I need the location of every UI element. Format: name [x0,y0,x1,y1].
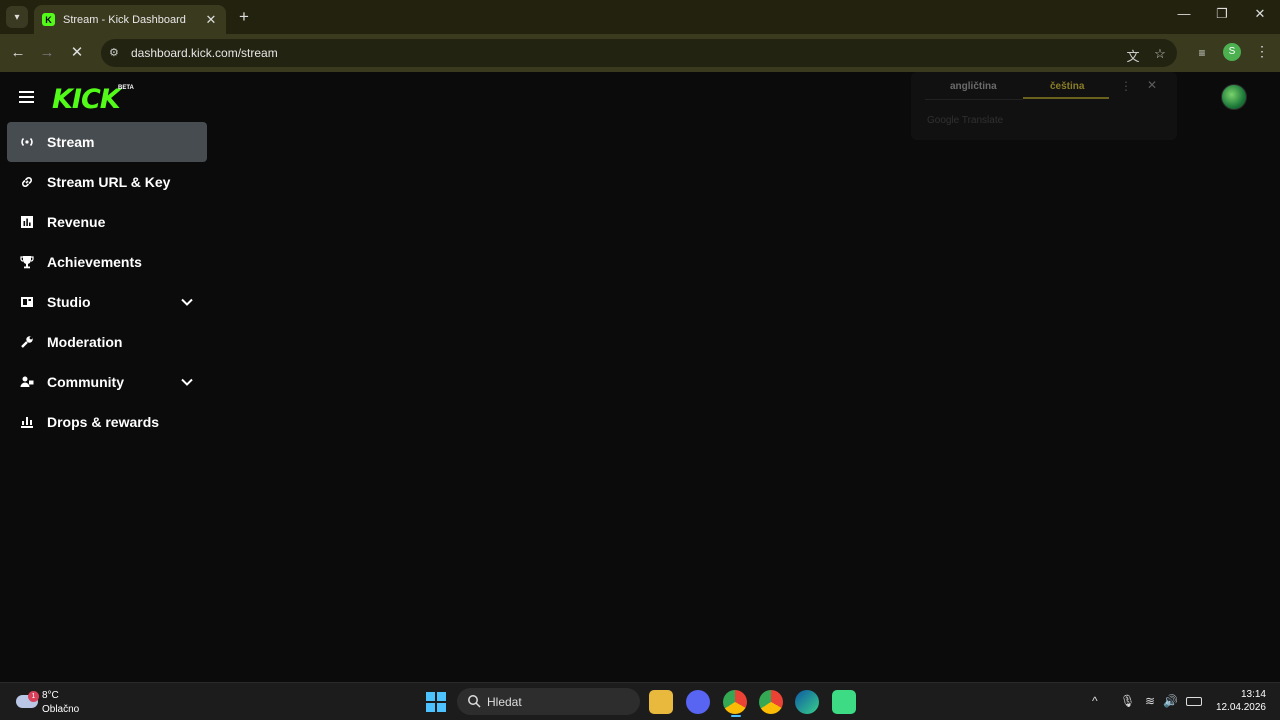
translate-popup: angličtina čeština ⋮ ✕ Google Translate [911,72,1177,140]
sidebar-item-stream-url-key[interactable]: Stream URL & Key [7,162,207,202]
address-bar[interactable]: ⚙ dashboard.kick.com/stream 文 ☆ [101,39,1177,67]
studio-icon [19,295,34,310]
app-icon[interactable] [832,690,856,714]
sidebar-item-moderation[interactable]: Moderation [7,322,207,362]
running-indicator [731,715,741,717]
translate-target-tab[interactable]: čeština [1050,81,1084,92]
sidebar-item-label: Moderation [47,334,123,350]
sidebar-item-label: Drops & rewards [47,414,160,430]
weather-widget[interactable]: 1 8°C Oblačno [14,688,94,716]
sidebar-item-label: Stream URL & Key [47,174,171,190]
edge-icon[interactable] [795,690,819,714]
kick-logo[interactable]: KICK [52,84,121,115]
system-clock[interactable]: 13:14 12.04.2026 [1210,688,1266,714]
reading-list-icon[interactable]: ≡ [1192,43,1212,63]
chevron-down-icon[interactable] [179,294,195,310]
url-text: dashboard.kick.com/stream [131,46,278,60]
close-icon[interactable]: ✕ [1147,78,1157,92]
link-icon [19,175,34,190]
tab-search-button[interactable]: ▾ [6,6,28,28]
site-info-icon[interactable]: ⚙ [109,46,123,60]
maximize-button[interactable]: ❐ [1210,6,1234,22]
chrome-icon[interactable] [759,690,783,714]
sidebar-item-label: Stream [47,134,95,150]
broadcast-icon [19,135,34,150]
discord-icon[interactable] [686,690,710,714]
sidebar-item-studio[interactable]: Studio [7,282,207,322]
sidebar-item-drops-rewards[interactable]: Drops & rewards [7,402,207,442]
hamburger-menu-icon[interactable] [19,91,34,103]
browser-tab-strip: ▾ K Stream - Kick Dashboard ✕ + — ❐ ✕ [0,0,1280,34]
sidebar-item-label: Studio [47,294,91,310]
search-placeholder: Hledat [487,694,522,709]
microphone-icon[interactable]: 🎙 [1120,694,1135,708]
community-icon [19,375,34,390]
browser-tab-active[interactable]: K Stream - Kick Dashboard ✕ [34,5,226,34]
translate-brand: Google Translate [927,115,1004,126]
user-avatar[interactable] [1221,84,1247,110]
sidebar-item-community[interactable]: Community [7,362,207,402]
clock-time: 13:14 [1240,689,1266,700]
clock-date: 12.04.2026 [1215,702,1266,713]
minimize-button[interactable]: — [1172,6,1196,21]
windows-taskbar: 1 8°C Oblačno Hledat ^ 🎙 ≋ 🔊 13:14 12.04… [0,682,1280,720]
volume-icon[interactable]: 🔊 [1163,694,1178,708]
kick-favicon-icon: K [42,13,55,26]
translate-divider [925,99,1023,100]
drops-icon [19,415,34,430]
forward-icon[interactable]: → [37,43,57,63]
chrome-icon[interactable] [723,690,747,714]
sidebar-item-label: Revenue [47,214,106,230]
wrench-icon [19,335,34,350]
beta-badge: BETA [118,85,134,91]
chart-icon [19,215,34,230]
back-icon[interactable]: ← [8,43,28,63]
translate-icon[interactable]: 文 [1125,46,1141,65]
sidebar-item-achievements[interactable]: Achievements [7,242,207,282]
browser-toolbar: ← → ✕ ⚙ dashboard.kick.com/stream 文 ☆ ≡ … [0,34,1280,72]
chevron-up-icon[interactable]: ^ [1092,694,1098,708]
weather-condition: Oblačno [42,704,80,715]
weather-badge: 1 [28,691,39,702]
bookmark-star-icon[interactable]: ☆ [1152,46,1168,62]
chevron-down-icon[interactable] [179,374,195,390]
trophy-icon [19,255,34,270]
window-close-button[interactable]: ✕ [1248,6,1272,22]
dashboard-page: KICK BETA Stream Stream URL & Key Revenu… [0,72,1280,682]
sidebar-item-label: Community [47,374,124,390]
browser-menu-icon[interactable]: ⋮ [1255,43,1269,60]
weather-temp: 8°C [42,690,59,701]
stop-loading-icon[interactable]: ✕ [67,43,87,63]
wifi-icon[interactable]: ≋ [1145,694,1155,708]
profile-avatar[interactable]: S [1223,43,1241,61]
translate-active-underline [1023,97,1109,99]
search-icon [467,694,481,708]
tab-title: Stream - Kick Dashboard [63,13,186,26]
sidebar-item-label: Achievements [47,254,142,270]
tab-close-icon[interactable]: ✕ [204,12,218,28]
taskbar-search[interactable]: Hledat [457,688,640,715]
start-button[interactable] [426,692,446,712]
sidebar-item-stream[interactable]: Stream [7,122,207,162]
file-explorer-icon[interactable] [649,690,673,714]
more-options-icon[interactable]: ⋮ [1120,79,1132,93]
sidebar-item-revenue[interactable]: Revenue [7,202,207,242]
translate-source-tab[interactable]: angličtina [950,81,997,92]
sidebar-nav: Stream Stream URL & Key Revenue Achievem… [7,122,207,442]
battery-icon[interactable] [1186,697,1202,706]
new-tab-button[interactable]: + [235,7,253,27]
